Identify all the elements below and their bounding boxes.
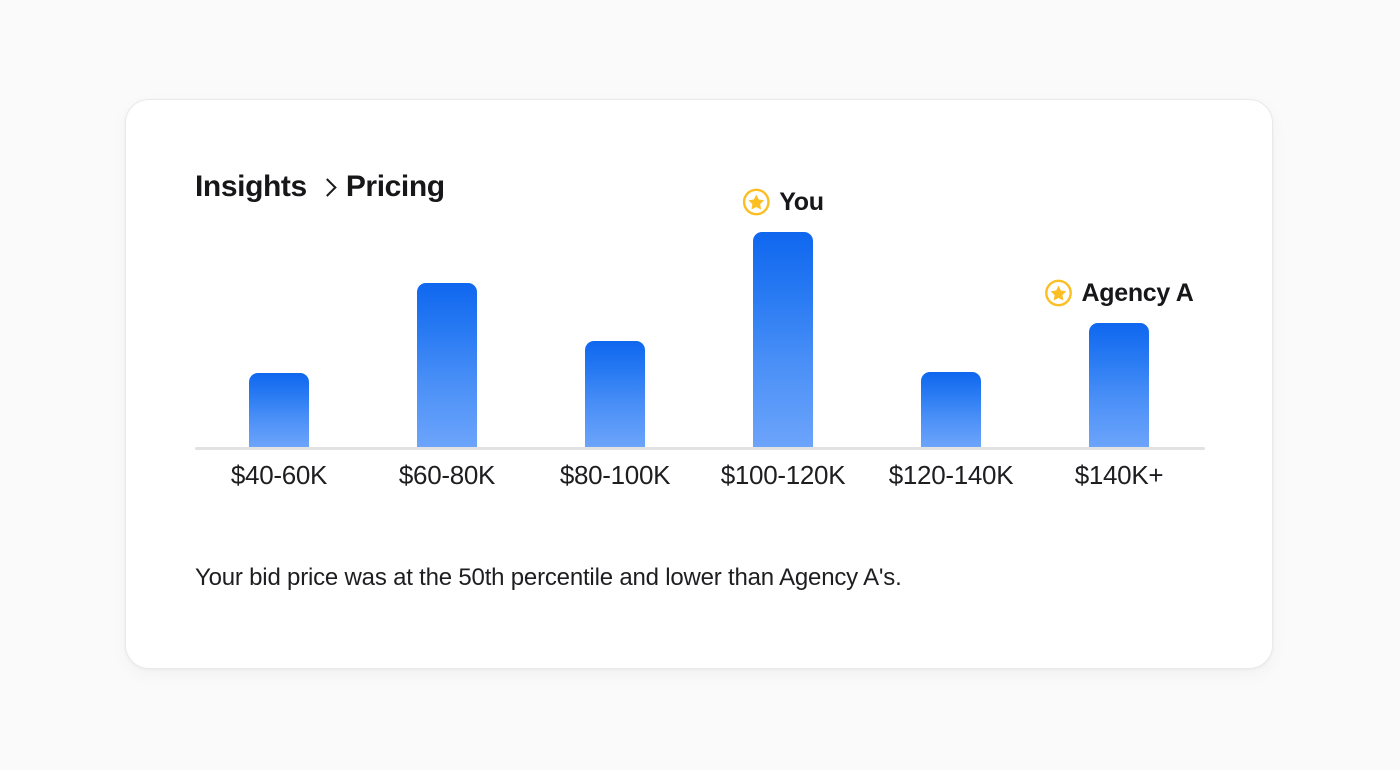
x-axis-tick-label: $40-60K: [230, 460, 328, 490]
pricing-bar-chart: You Agency A: [195, 188, 1205, 450]
chevron-right-icon: [320, 177, 333, 198]
x-axis-tick-label: $100-120K: [720, 460, 846, 490]
breadcrumb-item-insights[interactable]: Insights: [195, 172, 307, 202]
chart-marker-you: You: [742, 187, 824, 216]
breadcrumb-item-pricing[interactable]: Pricing: [346, 172, 445, 202]
chart-bar[interactable]: [195, 370, 363, 447]
chart-bar[interactable]: [867, 369, 1035, 447]
chart-marker-label: You: [779, 187, 824, 216]
page-root: Insights Pricing You Agency A $40-60K $60…: [0, 0, 1400, 770]
chart-x-axis: $40-60K $60-80K $80-100K $100-120K $120-140K…: [195, 462, 1205, 502]
bar-fill: [417, 283, 477, 447]
x-axis-tick-label: $120-140K: [888, 460, 1014, 490]
chart-marker-label: Agency A: [1081, 278, 1194, 307]
insight-caption: Your bid price was at the 50th percentil…: [195, 564, 902, 591]
bar-fill: [753, 232, 813, 447]
x-axis-tick-label: $80-100K: [559, 460, 671, 490]
star-circle-icon: [1045, 279, 1072, 307]
x-axis-tick-label: $60-80K: [398, 460, 496, 490]
bar-fill: [921, 372, 981, 447]
insights-pricing-card: Insights Pricing You Agency A $40-60K $60…: [125, 99, 1273, 669]
bar-fill: [585, 341, 645, 447]
bar-fill: [249, 373, 309, 447]
chart-plot-area: You Agency A: [195, 188, 1205, 450]
bar-fill: [1089, 323, 1149, 447]
chart-baseline: [195, 447, 1205, 450]
breadcrumb: Insights Pricing: [195, 172, 445, 202]
star-circle-icon: [742, 188, 770, 216]
chart-bar[interactable]: [531, 338, 699, 447]
chart-marker-agency-a: Agency A: [1045, 279, 1194, 307]
chart-bar[interactable]: [1035, 320, 1203, 447]
chart-bar[interactable]: [363, 280, 531, 447]
chart-bar[interactable]: [699, 229, 867, 447]
x-axis-tick-label: $140K+: [1074, 460, 1164, 490]
